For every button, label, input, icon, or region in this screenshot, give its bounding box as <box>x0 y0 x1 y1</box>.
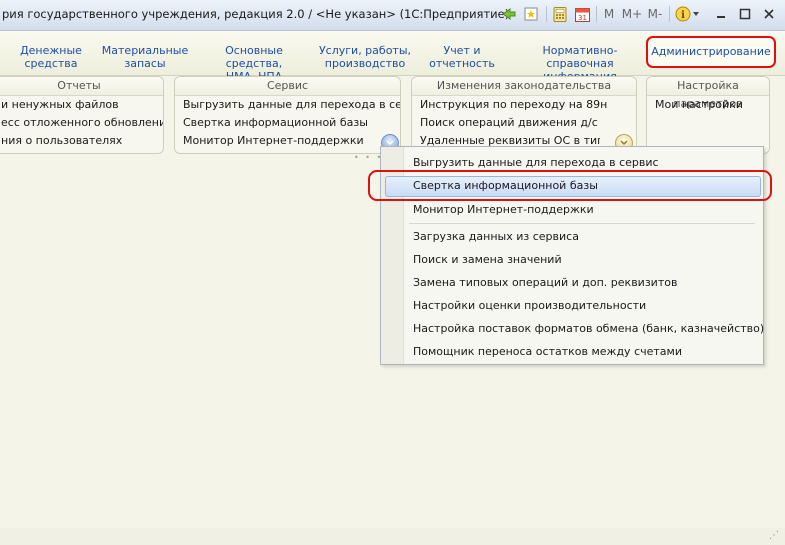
info-icon[interactable]: i <box>674 5 702 23</box>
window-title: рия государственного учреждения, редакци… <box>2 7 510 21</box>
svg-text:31: 31 <box>578 14 587 22</box>
resize-dots: • • • <box>354 153 384 162</box>
resize-grip-icon[interactable]: ⋰ <box>769 531 779 541</box>
menu-item-balance-transfer-wizard[interactable]: Помощник переноса остатков между счетами <box>413 343 682 361</box>
favorites-star-icon[interactable] <box>522 5 540 23</box>
panel-law-changes-header: Изменения законодательства <box>412 77 636 96</box>
calculator-icon[interactable] <box>551 5 569 23</box>
panel-settings: Настройка параметров Мои настройки <box>646 76 770 154</box>
menu-item-find-replace[interactable]: Поиск и замена значений <box>413 251 562 269</box>
panel-reports-header: Отчеты <box>0 77 163 96</box>
memory-button[interactable]: M <box>601 5 617 23</box>
menu-item-support-monitor[interactable]: Монитор Интернет-поддержки <box>413 201 594 219</box>
panel-reports-item[interactable]: ния о пользователях <box>0 132 163 150</box>
status-bar: ⋰ <box>0 528 785 545</box>
title-bar: рия государственного учреждения, редакци… <box>0 0 785 31</box>
panel-service-item[interactable]: Монитор Интернет-поддержки <box>175 132 363 150</box>
panel-settings-header: Настройка параметров <box>647 77 769 110</box>
panel-service-item[interactable]: Свертка информационной базы <box>175 114 400 132</box>
panel-service: Сервис Выгрузить данные для перехода в с… <box>174 76 401 154</box>
panel-service-header: Сервис <box>175 77 400 96</box>
panel-law-item[interactable]: Инструкция по переходу на 89н <box>412 96 636 114</box>
panel-reports-item[interactable]: есс отложенного обновления <box>0 114 163 132</box>
close-icon[interactable] <box>760 5 778 23</box>
annotation-highlight-oval <box>368 170 772 201</box>
calendar-icon[interactable]: 31 <box>573 5 591 23</box>
memory-add-button[interactable]: M+ <box>621 5 643 23</box>
toolbar-separator <box>669 6 670 22</box>
menu-item-replace-operations[interactable]: Замена типовых операций и доп. реквизито… <box>413 274 677 292</box>
toolbar-separator <box>546 6 547 22</box>
menu-separator <box>409 223 755 224</box>
section-cash[interactable]: Денежные средства <box>18 44 84 70</box>
panel-law-changes: Изменения законодательства Инструкция по… <box>411 76 637 154</box>
panel-service-item[interactable]: Выгрузить данные для перехода в сер... <box>175 96 400 114</box>
memory-subtract-button[interactable]: M- <box>645 5 665 23</box>
menu-item-import-from-service[interactable]: Загрузка данных из сервиса <box>413 228 579 246</box>
maximize-icon[interactable] <box>736 5 754 23</box>
panel-reports: Отчеты и ненужных файлов есс отложенного… <box>0 76 164 154</box>
menu-item-exchange-formats[interactable]: Настройка поставок форматов обмена (банк… <box>413 320 764 338</box>
section-services[interactable]: Услуги, работы, производство <box>318 44 412 70</box>
navigate-icon[interactable] <box>500 5 518 23</box>
section-inventory[interactable]: Материальные запасы <box>101 44 189 70</box>
toolbar-separator <box>596 6 597 22</box>
section-accounting[interactable]: Учет и отчетность <box>426 44 498 70</box>
panel-reports-item[interactable]: и ненужных файлов <box>0 96 163 114</box>
panel-law-item[interactable]: Поиск операций движения д/с <box>412 114 636 132</box>
panel-settings-item[interactable]: Мои настройки <box>647 96 769 114</box>
section-administration[interactable]: Администрирование <box>651 45 771 58</box>
minimize-icon[interactable] <box>712 5 730 23</box>
svg-text:i: i <box>681 10 685 21</box>
menu-item-performance-settings[interactable]: Настройки оценки производительности <box>413 297 646 315</box>
